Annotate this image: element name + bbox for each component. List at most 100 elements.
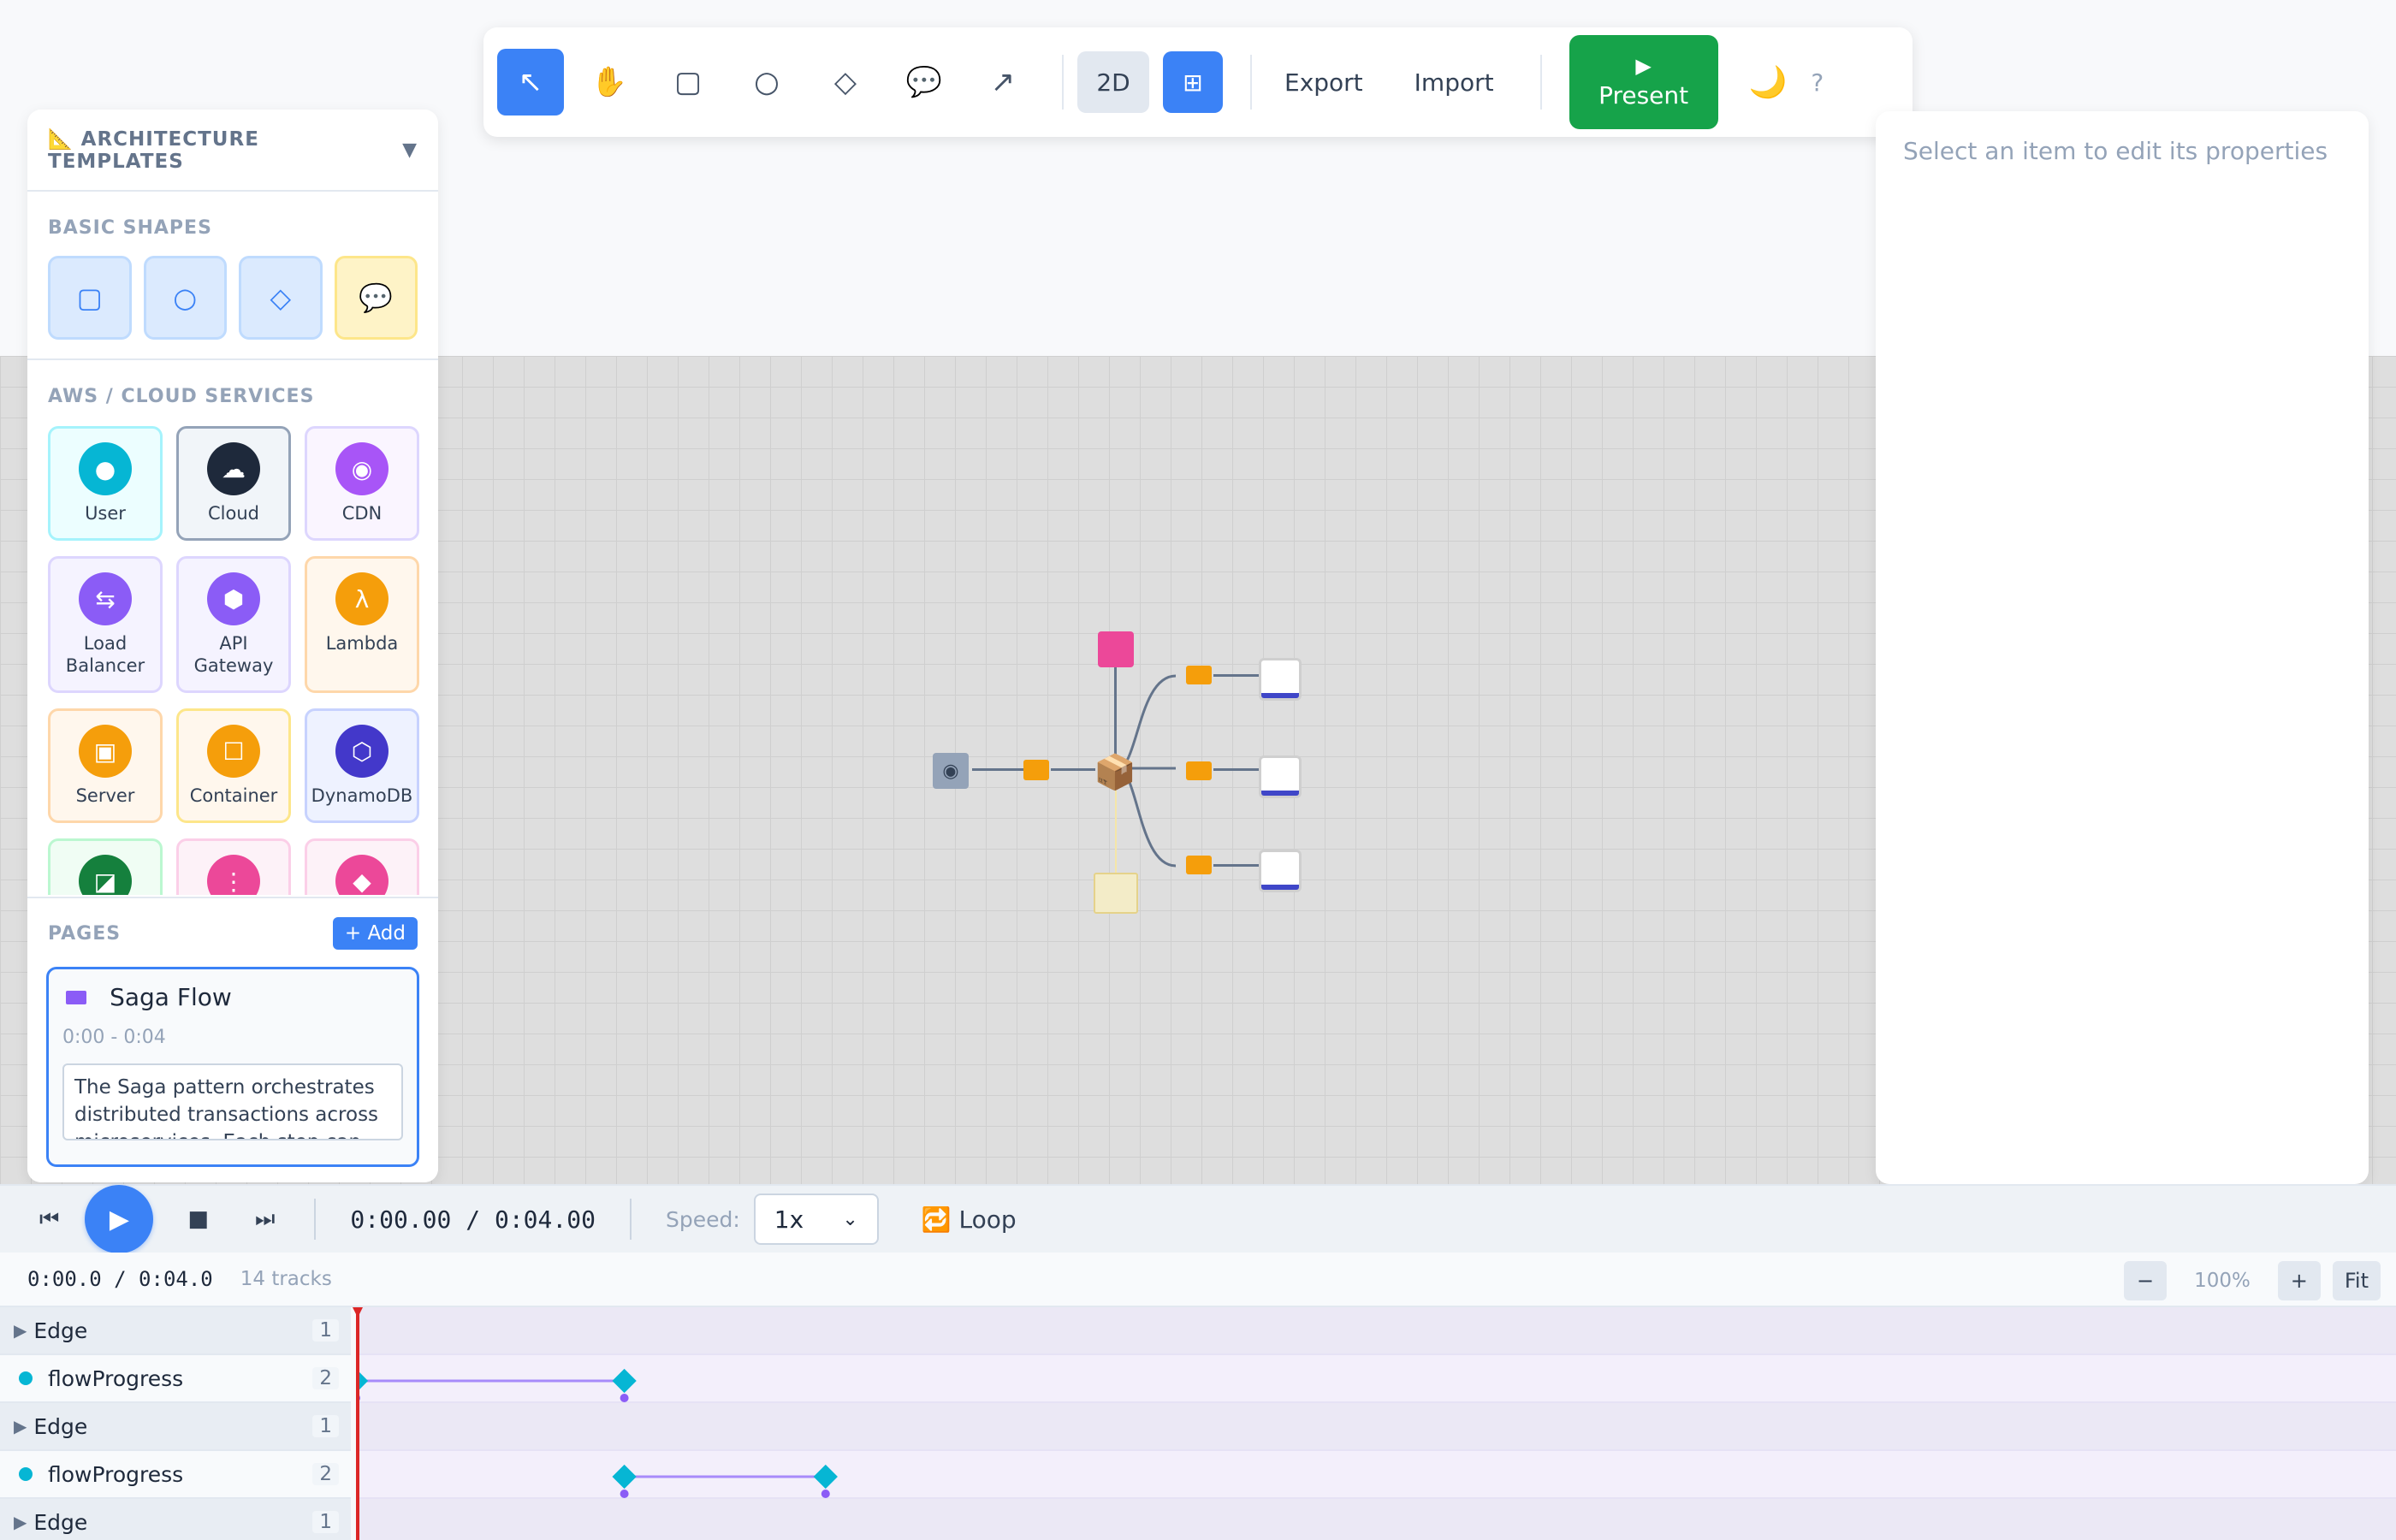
basic-shape-comment[interactable]: 💬 (334, 256, 418, 340)
cloud-icon: ☁ (207, 442, 260, 495)
expand-arrow-icon[interactable]: ▶ (14, 1320, 27, 1341)
templates-dropdown[interactable]: 📐 ARCHITECTURE TEMPLATES ▼ (27, 110, 438, 192)
loop-toggle[interactable]: 🔁 Loop (922, 1205, 1017, 1234)
basic-shape-circle[interactable]: ○ (143, 256, 227, 340)
hand-icon: ✋ (590, 65, 628, 99)
expand-arrow-icon[interactable]: ▶ (14, 1416, 27, 1436)
circle-tool[interactable]: ○ (733, 49, 800, 116)
page-description-field[interactable]: The Saga pattern orchestrates distribute… (62, 1063, 403, 1140)
service-tile-container[interactable]: ☐ Container (176, 708, 291, 823)
service-9-icon: ◪ (79, 855, 132, 895)
zoom-out-button[interactable]: − (2124, 1261, 2168, 1300)
present-button[interactable]: ▶ Present (1569, 35, 1718, 129)
mode-2d-button[interactable]: 2D (1077, 51, 1149, 113)
service-label: Load Balancer (65, 633, 145, 677)
timeline-time: 0:00.0 / 0:04.0 (27, 1267, 213, 1291)
service-tile-service-10[interactable]: ⋮ (176, 838, 291, 895)
log-node[interactable] (1094, 873, 1138, 914)
keyframe-count-badge: 1 (312, 1511, 339, 1533)
page-card[interactable]: Saga Flow 0:00 - 0:04 The Saga pattern o… (46, 967, 419, 1167)
track-property-label[interactable]: flowProgress 2 (0, 1355, 351, 1403)
edge-lb-orchestrator[interactable] (1051, 768, 1095, 771)
service-tile-lambda[interactable]: λ Lambda (305, 556, 419, 693)
keyframe-count-badge: 1 (312, 1415, 339, 1437)
service-tile-dynamodb[interactable]: ⬡ DynamoDB (305, 708, 419, 823)
load-balancer-icon: ⇆ (79, 572, 132, 625)
step-1-node[interactable] (1186, 666, 1212, 684)
track-property-label[interactable]: flowProgress 2 (0, 1451, 351, 1499)
step-3-node[interactable] (1186, 856, 1212, 874)
service-tile-server[interactable]: ▣ Server (48, 708, 163, 823)
keyframe-handle[interactable] (620, 1394, 629, 1402)
service-1-node[interactable] (1261, 660, 1299, 698)
service-tile-cloud[interactable]: ☁ Cloud (176, 426, 291, 541)
export-button[interactable]: Export (1266, 51, 1382, 113)
basic-shapes-title: BASIC SHAPES (48, 217, 212, 239)
keyframe-handle[interactable] (821, 1490, 830, 1498)
keyframe-diamond[interactable] (612, 1464, 637, 1490)
service-tile-load-balancer[interactable]: ⇆ Load Balancer (48, 556, 163, 693)
orchestrator-node[interactable]: 📦 (1094, 753, 1136, 792)
stop-button[interactable]: ■ (187, 1206, 209, 1232)
service-tile-cdn[interactable]: ◉ CDN (305, 426, 419, 541)
client-node[interactable]: ◉ (933, 753, 969, 789)
forward-button[interactable]: ⏭ (255, 1206, 275, 1233)
select-tool[interactable]: ↖ (497, 49, 564, 116)
load-balancer-node[interactable] (1023, 760, 1049, 780)
keyframe-layer[interactable] (356, 1307, 2396, 1540)
toolbar-divider (1539, 55, 1542, 110)
service-label: DynamoDB (311, 785, 413, 806)
aws-services-grid: ● User ☁ Cloud ◉ CDN ⇆ Load Balancer ⬢ API Gatewa… (48, 426, 424, 895)
grid-toggle-button[interactable]: ⊞ (1163, 51, 1223, 113)
arrow-tool[interactable]: ↗ (970, 49, 1036, 116)
track-name: Edge (33, 1413, 88, 1439)
chevron-down-icon[interactable]: ▼ (402, 139, 418, 161)
tool-list: ↖ ✋ ▢ ○ ◇ 💬 ↗ (497, 49, 1048, 116)
service-tile-user[interactable]: ● User (48, 426, 163, 541)
keyframe-diamond[interactable] (612, 1368, 637, 1394)
expand-arrow-icon[interactable]: ▶ (14, 1512, 27, 1532)
keyframe-diamond[interactable] (813, 1464, 838, 1490)
zoom-value: 100% (2194, 1270, 2251, 1292)
track-group-label[interactable]: ▶ Edge 1 (0, 1403, 351, 1451)
rectangle-tool[interactable]: ▢ (655, 49, 721, 116)
rewind-button[interactable]: ⏮ (39, 1206, 59, 1233)
help-button[interactable]: ? (1811, 68, 1824, 97)
playhead-handle[interactable] (353, 1307, 363, 1318)
cdn-icon: ◉ (335, 442, 388, 495)
step-2-node[interactable] (1186, 761, 1212, 780)
fit-button[interactable]: Fit (2332, 1261, 2381, 1300)
service-tile-service-9[interactable]: ◪ (48, 838, 163, 895)
diamond-icon: ◇ (833, 65, 857, 99)
service-tile-service-11[interactable]: ◆ (305, 838, 419, 895)
edge-step2-svc2[interactable] (1213, 768, 1265, 771)
edge-client-lb[interactable] (972, 768, 1027, 771)
event-node[interactable] (1098, 631, 1134, 667)
edge-step3-svc3[interactable] (1213, 864, 1265, 867)
zoom-in-button[interactable]: + (2277, 1261, 2321, 1300)
basic-shape-diamond[interactable]: ◇ (239, 256, 323, 340)
add-page-button[interactable]: + Add (332, 917, 418, 950)
timeline-tracks[interactable]: 0s1s2s3s ▶Edge1flowProgress2▶Edge1flowPr… (0, 1307, 2396, 1540)
pan-tool[interactable]: ✋ (576, 49, 643, 116)
service-tile-api-gateway[interactable]: ⬢ API Gateway (176, 556, 291, 693)
import-button[interactable]: Import (1396, 51, 1513, 113)
properties-panel: Select an item to edit its properties (1876, 111, 2369, 1184)
service-label: Container (189, 785, 278, 806)
comment-tool[interactable]: 💬 (891, 49, 958, 116)
service-label: Cloud (208, 503, 259, 524)
track-group-label[interactable]: ▶ Edge 1 (0, 1307, 351, 1355)
moon-icon[interactable]: 🌙 (1749, 64, 1788, 100)
playhead[interactable] (356, 1307, 359, 1540)
play-button[interactable]: ▶ (85, 1185, 154, 1253)
speed-select[interactable]: 1x ⌄ (753, 1194, 879, 1245)
keyframe-count-badge: 2 (312, 1463, 339, 1485)
edge-step1-svc1[interactable] (1213, 674, 1265, 677)
pages-header: PAGES + Add (27, 917, 438, 950)
basic-shape-rectangle[interactable]: ▢ (48, 256, 132, 340)
diamond-tool[interactable]: ◇ (812, 49, 879, 116)
service-2-node[interactable] (1261, 758, 1299, 796)
track-group-label[interactable]: ▶ Edge 1 (0, 1499, 351, 1540)
service-3-node[interactable] (1261, 852, 1299, 890)
keyframe-handle[interactable] (620, 1490, 629, 1498)
